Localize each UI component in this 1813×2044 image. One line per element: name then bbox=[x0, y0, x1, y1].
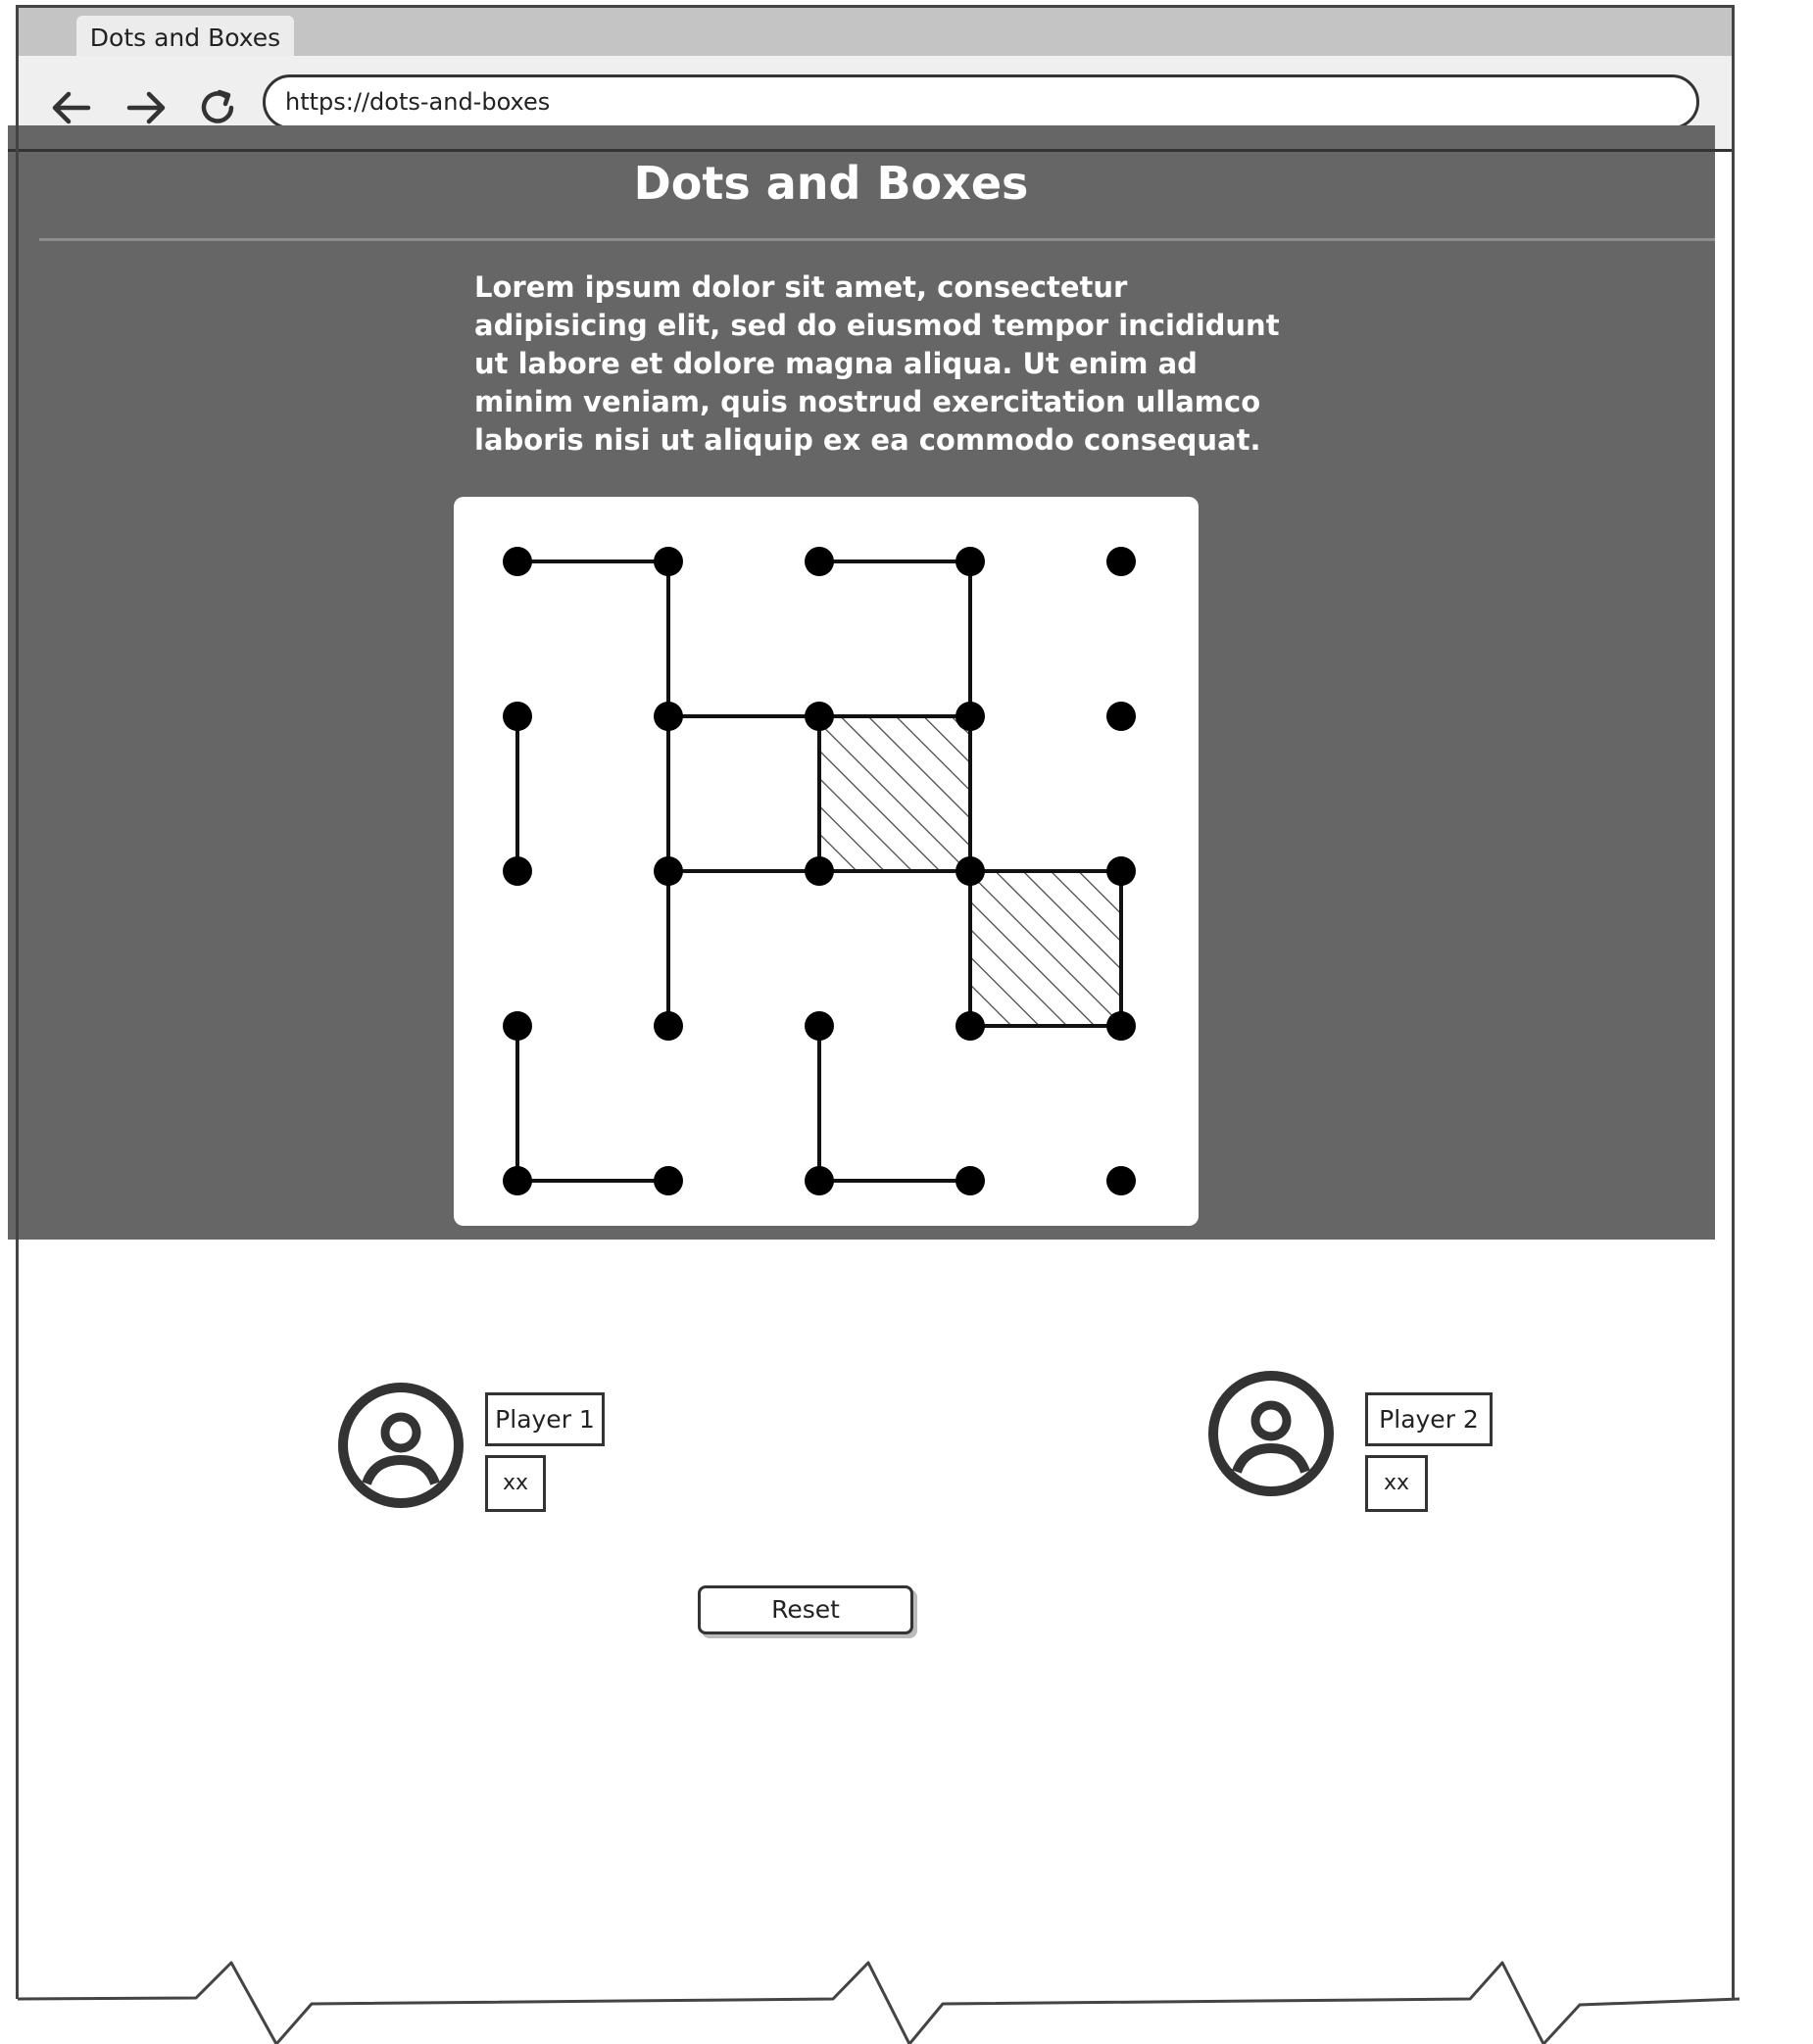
board-dot[interactable] bbox=[654, 1011, 683, 1041]
reload-icon bbox=[201, 89, 234, 123]
user-avatar-icon bbox=[1208, 1371, 1334, 1496]
reset-button[interactable]: Reset bbox=[698, 1585, 913, 1634]
board-dot[interactable] bbox=[654, 856, 683, 886]
board-dot[interactable] bbox=[956, 547, 985, 576]
board-dot[interactable] bbox=[956, 1011, 985, 1041]
board-dot[interactable] bbox=[956, 856, 985, 886]
browser-tab[interactable]: Dots and Boxes bbox=[76, 16, 294, 61]
board-dot[interactable] bbox=[503, 1166, 532, 1195]
description-text: Lorem ipsum dolor sit amet, consectetur … bbox=[474, 270, 1280, 457]
player-2-score: xx bbox=[1365, 1455, 1428, 1512]
board-dot[interactable] bbox=[1106, 1166, 1136, 1195]
player-1-name: Player 1 bbox=[485, 1392, 605, 1446]
board-dot[interactable] bbox=[956, 702, 985, 731]
user-avatar-icon bbox=[338, 1383, 464, 1508]
board-dot[interactable] bbox=[654, 547, 683, 576]
torn-edge bbox=[0, 1961, 1813, 2044]
board-dot[interactable] bbox=[503, 1011, 532, 1041]
game-board[interactable] bbox=[454, 497, 1199, 1226]
board-dot[interactable] bbox=[956, 1166, 985, 1195]
board-dot[interactable] bbox=[1106, 702, 1136, 731]
player-1-avatar bbox=[337, 1382, 465, 1513]
board-dot[interactable] bbox=[654, 702, 683, 731]
page-title: Dots and Boxes bbox=[633, 157, 1029, 210]
board-dot[interactable] bbox=[1106, 547, 1136, 576]
player-1-score: xx bbox=[485, 1455, 546, 1512]
header-top-line bbox=[8, 149, 1735, 152]
board-canvas[interactable] bbox=[454, 497, 1199, 1226]
board-dot[interactable] bbox=[503, 547, 532, 576]
claimed-box bbox=[970, 871, 1121, 1026]
claimed-box bbox=[819, 716, 970, 871]
board-dot[interactable] bbox=[805, 1011, 834, 1041]
board-dot[interactable] bbox=[503, 702, 532, 731]
player-2-avatar bbox=[1207, 1370, 1335, 1501]
board-dot[interactable] bbox=[1106, 1011, 1136, 1041]
board-dot[interactable] bbox=[805, 856, 834, 886]
board-dot[interactable] bbox=[1106, 856, 1136, 886]
board-dot[interactable] bbox=[805, 702, 834, 731]
board-dot[interactable] bbox=[654, 1166, 683, 1195]
address-bar[interactable]: https://dots-and-boxes bbox=[263, 74, 1699, 129]
board-dot[interactable] bbox=[805, 547, 834, 576]
player-2-name: Player 2 bbox=[1365, 1392, 1493, 1446]
board-dot[interactable] bbox=[805, 1166, 834, 1195]
header-divider bbox=[39, 238, 1715, 241]
board-dot[interactable] bbox=[503, 856, 532, 886]
arrow-right-icon bbox=[126, 91, 166, 124]
arrow-left-icon bbox=[52, 91, 91, 124]
